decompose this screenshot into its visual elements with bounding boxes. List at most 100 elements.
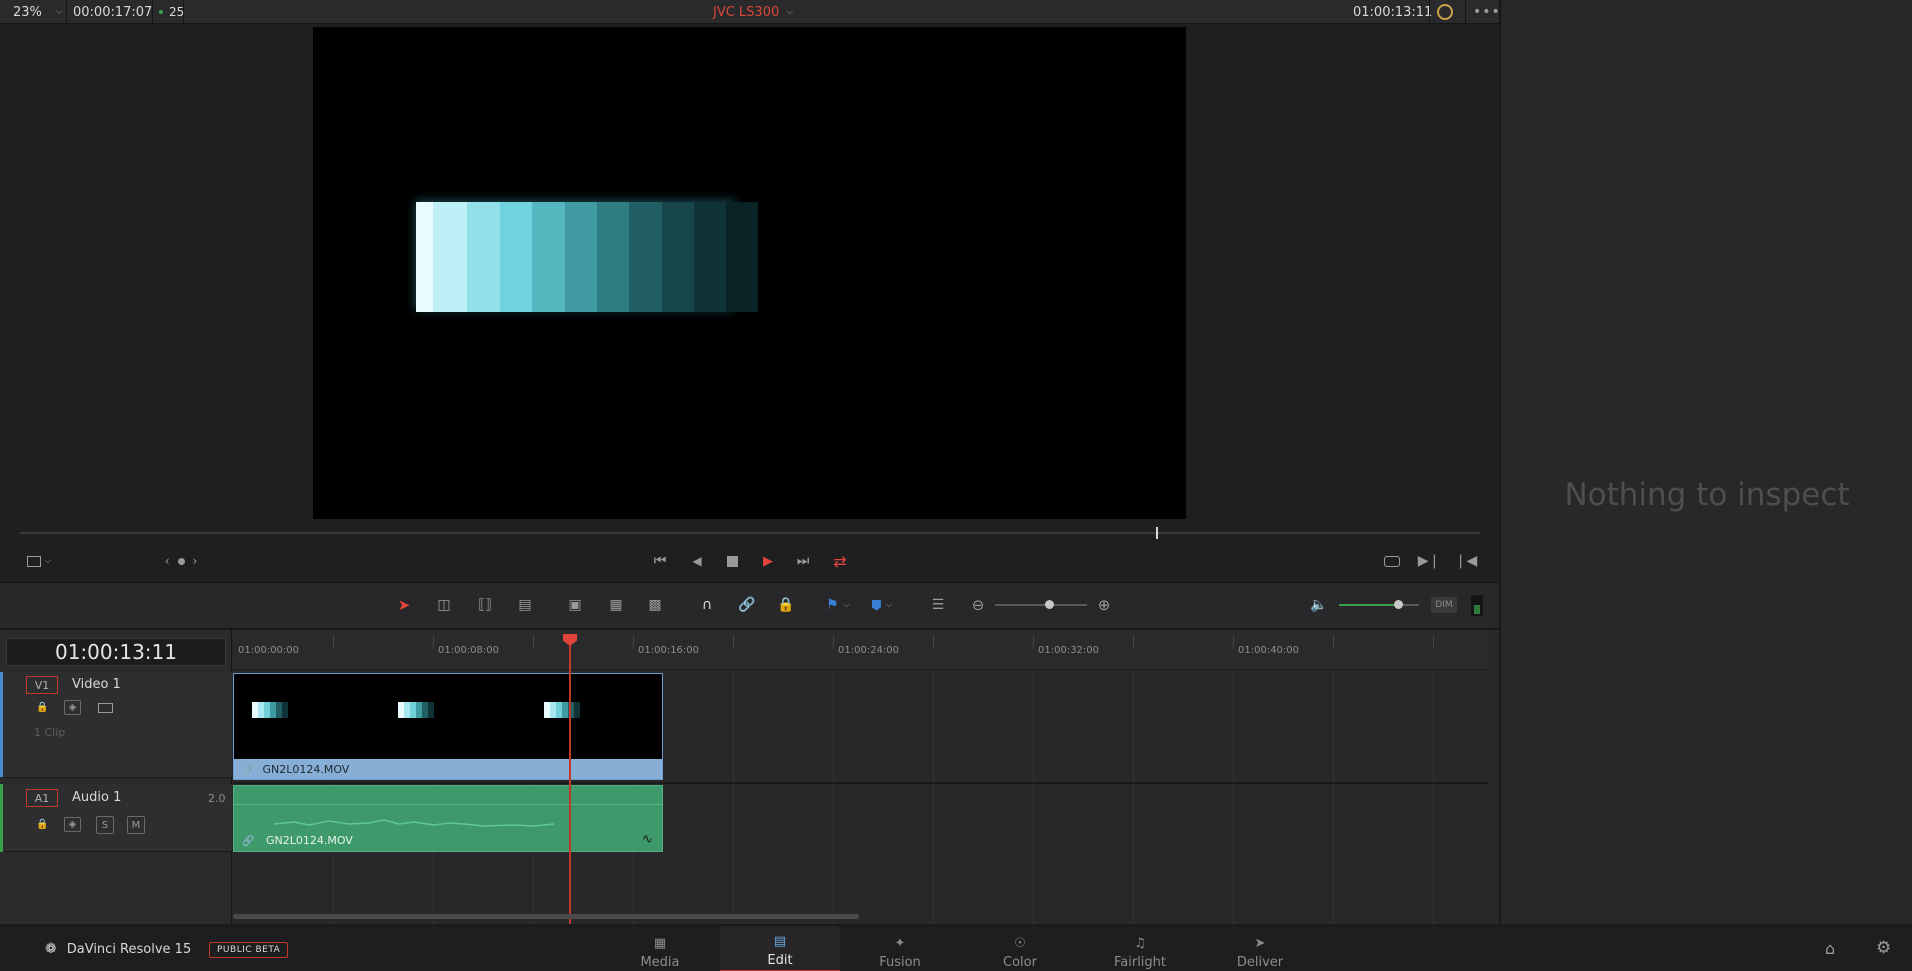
zoom-slider[interactable]	[995, 604, 1087, 606]
selection-mode-button[interactable]: ➤	[394, 595, 414, 615]
track-headers: 01:00:13:11 V1 Video 1 🔒 ◈ 1 Clip A1 Aud…	[0, 630, 232, 924]
color-wheel-icon	[1437, 4, 1453, 20]
volume-slider-fill	[1339, 604, 1399, 606]
mark-in-button[interactable]: ▶❘	[1418, 551, 1441, 571]
clip-name-dropdown[interactable]: JVC LS300 ⌵	[713, 0, 793, 24]
volume-button[interactable]: 🔈	[1308, 595, 1330, 615]
status-dot-icon	[159, 10, 163, 14]
overwrite-clip-button[interactable]: ▦	[604, 595, 628, 615]
more-options-icon: •••	[1473, 4, 1501, 20]
ruler-label: 01:00:32:00	[1038, 645, 1100, 656]
stop-button[interactable]	[720, 551, 744, 571]
auto-select-icon[interactable]: ◈	[64, 817, 81, 832]
tab-edit[interactable]: ▤ Edit	[720, 926, 840, 971]
ruler-label: 01:00:08:00	[438, 645, 500, 656]
video-track-name[interactable]: Video 1	[72, 677, 121, 692]
go-to-end-button[interactable]: ⏭	[791, 551, 815, 571]
insert-clip-button[interactable]: ▣	[560, 595, 590, 615]
viewer-mode-button[interactable]: ⌵	[22, 552, 56, 570]
link-icon: 🔗	[738, 597, 756, 613]
blade-edit-button[interactable]: ▤	[512, 595, 538, 615]
match-frame-button[interactable]	[1380, 551, 1404, 571]
replace-clip-button[interactable]: ▩	[640, 595, 670, 615]
timeline-view-options-button[interactable]: ☰	[924, 595, 952, 615]
lock-icon[interactable]: 🔒	[34, 817, 51, 832]
timeline-toolbar: ➤ ◫ ⟦⟧ ▤ ▣ ▦ ▩ ∩ 🔗 🔒 ⚑ ⌵ ⌵ ☰ ⊖ ⊕ 🔈 DIM	[0, 582, 1499, 629]
position-lock-button[interactable]: 🔒	[776, 595, 796, 615]
fps-readout: 25	[169, 5, 185, 19]
timeline-timecode[interactable]: 01:00:13:11	[6, 638, 226, 666]
timeline-ruler[interactable]: 01:00:00:00 01:00:08:00 01:00:16:00 01:0…	[233, 630, 1488, 670]
viewer-options-button[interactable]: •••	[1473, 0, 1501, 24]
loop-button[interactable]: ⇄	[828, 551, 852, 571]
gear-icon[interactable]: ⚙	[1876, 938, 1891, 958]
viewer-scrubber[interactable]	[20, 532, 1480, 534]
mark-out-button[interactable]: ❘◀	[1454, 551, 1478, 571]
color-viewer-button[interactable]	[1437, 0, 1453, 24]
clip-name: JVC LS300	[713, 4, 780, 20]
flag-dropdown[interactable]: ⚑ ⌵	[822, 595, 854, 615]
linked-selection-button[interactable]: 🔗	[736, 595, 758, 615]
mark-out-icon: ❘◀	[1454, 553, 1478, 569]
zoom-dropdown[interactable]: 23% ⌵	[13, 0, 63, 24]
timeline-body[interactable]: 01:00:00:00 01:00:08:00 01:00:16:00 01:0…	[233, 630, 1488, 924]
match-frame-icon	[1384, 555, 1400, 567]
playhead-line[interactable]	[569, 635, 571, 924]
davinci-resolve-window: 23% ⌵ 00:00:17:07 25 JVC LS300 ⌵ 01:00:1…	[0, 0, 1912, 971]
flag-icon: ⚑	[826, 597, 839, 613]
audio-meter	[1471, 595, 1483, 616]
track-badge-a1[interactable]: A1	[26, 789, 58, 807]
audio-clip[interactable]: 🔗 GN2L0124.MOV ∿	[233, 785, 663, 852]
clip-thumbnails	[252, 702, 580, 718]
snapping-button[interactable]: ∩	[697, 595, 717, 615]
skip-end-icon: ⏭	[796, 553, 810, 569]
zoom-slider-handle[interactable]	[1045, 600, 1054, 609]
track-visibility-icon[interactable]	[97, 700, 114, 715]
jog-control[interactable]: ‹ ›	[158, 552, 204, 570]
tab-label: Media	[640, 955, 680, 970]
play-button[interactable]: ▶	[756, 551, 780, 571]
ruler-label: 01:00:16:00	[638, 645, 700, 656]
video-clip-label: 🔗 GN2L0124.MOV	[234, 759, 662, 779]
play-reverse-icon: ◀	[692, 554, 702, 568]
ruler-label: 01:00:00:00	[238, 645, 300, 656]
marker-dropdown[interactable]: ⌵	[866, 595, 898, 615]
tab-media[interactable]: ▦ Media	[600, 926, 720, 971]
video-clip[interactable]: 🔗 GN2L0124.MOV	[233, 673, 663, 780]
home-icon[interactable]: ⌂	[1825, 939, 1835, 958]
mute-button[interactable]: M	[127, 816, 145, 834]
horizontal-scrollbar[interactable]	[233, 914, 859, 919]
play-reverse-button[interactable]: ◀	[685, 551, 709, 571]
zoom-value: 23%	[13, 4, 42, 20]
scrubber-playhead[interactable]	[1156, 527, 1158, 539]
skip-start-icon: ⏮	[653, 553, 667, 569]
clip-count: 1 Clip	[34, 726, 66, 739]
source-viewer: ⌵ ‹ › ⏮ ◀ ▶ ⏭ ⇄ ▶❘ ❘◀	[0, 25, 1499, 580]
volume-slider-handle[interactable]	[1394, 600, 1403, 609]
tab-color[interactable]: ☉ Color	[960, 926, 1080, 971]
dynamic-trim-button[interactable]: ⟦⟧	[471, 595, 499, 615]
solo-button[interactable]: S	[96, 816, 114, 834]
audio-meter-level	[1474, 605, 1480, 614]
trim-edit-button[interactable]: ◫	[429, 595, 459, 615]
lock-icon: 🔒	[777, 597, 795, 613]
audio-track-name[interactable]: Audio 1	[72, 790, 121, 805]
tab-deliver[interactable]: ➤ Deliver	[1200, 926, 1320, 971]
go-to-start-button[interactable]: ⏮	[648, 551, 672, 571]
lock-icon[interactable]: 🔒	[34, 700, 51, 715]
zoom-out-button[interactable]: ⊖	[968, 595, 988, 615]
dim-button[interactable]: DIM	[1431, 597, 1457, 613]
zoom-in-button[interactable]: ⊕	[1094, 595, 1114, 615]
fade-curve-icon[interactable]: ∿	[642, 832, 653, 847]
track-badge-v1[interactable]: V1	[26, 676, 58, 694]
viewer-frame[interactable]	[313, 27, 1186, 519]
timecode-readout: 01:00:13:11	[1353, 4, 1433, 20]
tab-fusion[interactable]: ✦ Fusion	[840, 926, 960, 971]
play-icon: ▶	[763, 553, 773, 569]
tab-fairlight[interactable]: ♫ Fairlight	[1080, 926, 1200, 971]
tab-label: Edit	[767, 953, 793, 968]
auto-select-icon[interactable]: ◈	[64, 700, 81, 715]
chevron-down-icon: ⌵	[786, 7, 794, 17]
duration-readout: 00:00:17:07	[73, 4, 153, 20]
stop-icon	[726, 555, 738, 567]
